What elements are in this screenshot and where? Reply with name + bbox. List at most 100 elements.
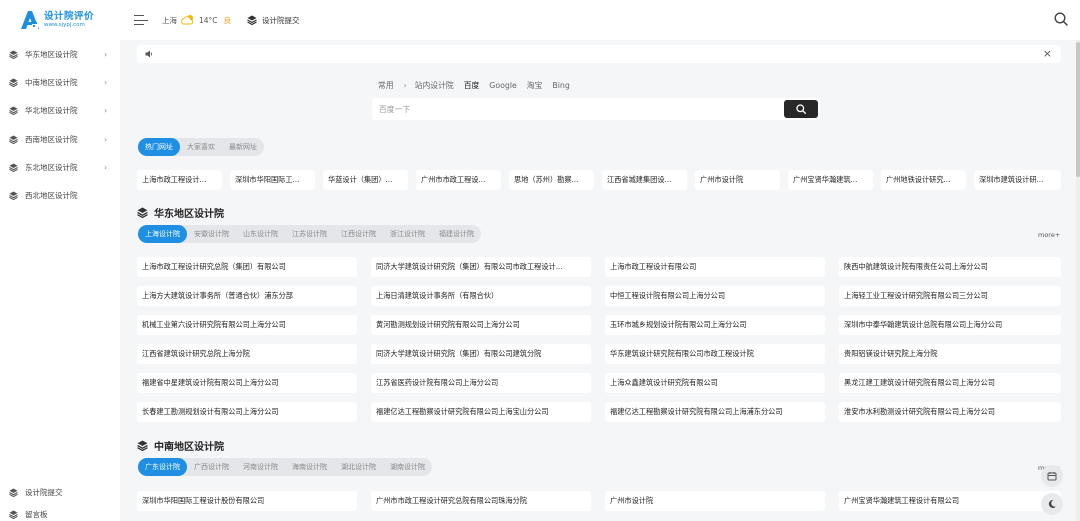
sidebar-item-east[interactable]: 华东地区设计院 › — [0, 40, 120, 68]
logo-mark-icon — [21, 11, 39, 29]
list-item[interactable]: 福建亿达工程勘察设计研究院有限公司上海宝山分公司 — [371, 402, 591, 422]
tab-jiangsu[interactable]: 江苏设计院 — [285, 225, 334, 243]
tab-anhui[interactable]: 安徽设计院 — [187, 225, 236, 243]
sidebar-item-label: 中南地区设计院 — [25, 77, 78, 87]
hot-link[interactable]: 广州市市政工程设... — [416, 170, 501, 190]
tab-shandong[interactable]: 山东设计院 — [236, 225, 285, 243]
list-item[interactable]: 同济大学建筑设计研究院（集团）有限公司市政工程设计... — [371, 257, 591, 277]
menu-toggle-icon[interactable] — [134, 15, 148, 26]
engine-tab-taobao[interactable]: 淘宝 — [527, 80, 543, 91]
list-item[interactable]: 玉环市城乡规划设计院有限公司上海分公司 — [605, 315, 825, 335]
chevron-right-icon: › — [104, 49, 108, 59]
engine-tab-google[interactable]: Google — [489, 81, 517, 90]
list-item[interactable]: 黄河勘测规划设计研究院有限公司上海分公司 — [371, 315, 591, 335]
sidebar-item-label: 华北地区设计院 — [25, 106, 78, 116]
tab-fujian[interactable]: 福建设计院 — [432, 225, 481, 243]
tab-hot[interactable]: 热门网址 — [138, 138, 180, 156]
close-icon[interactable]: × — [1043, 47, 1052, 60]
list-item[interactable]: 福建亿达工程勘察设计研究院有限公司上海浦东分公司 — [605, 402, 825, 422]
list-item[interactable]: 江苏省医药设计院有限公司上海分公司 — [371, 373, 591, 393]
list-item[interactable]: 上海众鑫建筑设计研究院有限公司 — [605, 373, 825, 393]
layers-icon — [9, 163, 18, 172]
list-item[interactable]: 江西省建筑设计研究总院上海分院 — [137, 344, 357, 364]
sidebar-item-label: 留言板 — [25, 509, 48, 519]
list-item[interactable]: 广州市设计院 — [605, 491, 825, 511]
site-logo[interactable]: 设计院评价 www.sjypj.com — [0, 9, 130, 31]
sidebar-item-guestbook[interactable]: 留言板 — [0, 503, 120, 521]
header-submit-link[interactable]: 设计院提交 — [247, 15, 300, 26]
tab-hainan[interactable]: 海南设计院 — [285, 458, 334, 476]
tab-guangdong[interactable]: 广东设计院 — [138, 458, 187, 476]
list-item[interactable]: 福建省中星建筑设计院有限公司上海分公司 — [137, 373, 357, 393]
dark-mode-button[interactable] — [1041, 493, 1063, 515]
tab-popular[interactable]: 大家喜欢 — [180, 138, 222, 156]
list-item[interactable]: 同济大学建筑设计研究院（集团）有限公司建筑分院 — [371, 344, 591, 364]
tab-henan[interactable]: 河南设计院 — [236, 458, 285, 476]
header-submit-label: 设计院提交 — [262, 15, 300, 25]
list-item[interactable]: 中恒工程设计院有限公司上海分公司 — [605, 286, 825, 306]
engine-tab-baidu[interactable]: 百度 — [464, 80, 480, 91]
sidebar-item-label: 东北地区设计院 — [25, 162, 78, 172]
tab-jiangxi[interactable]: 江西设计院 — [334, 225, 383, 243]
hot-link[interactable]: 江西省城建集团设... — [602, 170, 687, 190]
list-item[interactable]: 长春建工勘测规划设计有限公司上海分公司 — [137, 402, 357, 422]
sidebar-item-submit[interactable]: 设计院提交 — [0, 481, 120, 503]
layers-icon — [9, 50, 18, 59]
hot-link[interactable]: 广州市设计院 — [695, 170, 780, 190]
list-item[interactable]: 上海轻工业工程设计研究院有限公司三分公司 — [839, 286, 1061, 306]
hot-link[interactable]: 广州宝贤华瀚建筑... — [788, 170, 873, 190]
list-item[interactable]: 陕西中航建筑设计院有限责任公司上海分公司 — [839, 257, 1061, 277]
hot-link[interactable]: 思地（苏州）勘察... — [509, 170, 594, 190]
list-item[interactable]: 淮安市水利勘测设计研究院有限公司上海分公司 — [839, 402, 1061, 422]
hot-link[interactable]: 深圳市华阳国际工... — [230, 170, 315, 190]
hot-link[interactable]: 华蓝设计（集团）... — [323, 170, 408, 190]
calendar-button[interactable] — [1041, 465, 1063, 487]
top-header: 设计院评价 www.sjypj.com 上海 14°C 良 设计院提交 — [0, 0, 1080, 40]
layers-icon — [9, 509, 18, 519]
engine-tab-bing[interactable]: Bing — [552, 81, 569, 90]
tab-hunan[interactable]: 湖南设计院 — [383, 458, 432, 476]
chevron-right-icon: › — [104, 162, 108, 172]
list-item[interactable]: 黑龙江建工建筑设计研究院有限公司上海分公司 — [839, 373, 1061, 393]
east-tabs: 上海设计院 安徽设计院 山东设计院 江苏设计院 江西设计院 浙江设计院 福建设计… — [138, 225, 481, 243]
tab-latest[interactable]: 最新网址 — [222, 138, 264, 156]
list-item[interactable]: 贵阳铝镁设计研究院上海分院 — [839, 344, 1061, 364]
tab-shanghai[interactable]: 上海设计院 — [138, 225, 187, 243]
list-item[interactable]: 上海日清建筑设计事务所（有限合伙） — [371, 286, 591, 306]
chevron-right-icon: › — [104, 106, 108, 116]
search-input[interactable] — [372, 98, 772, 120]
list-item[interactable]: 广州宝贤华瀚建筑工程设计有限公司 — [839, 491, 1061, 511]
layers-icon — [247, 15, 257, 25]
scrollbar-thumb[interactable] — [1076, 42, 1080, 177]
list-item[interactable]: 上海方大建筑设计事务所（普通合伙）浦东分部 — [137, 286, 357, 306]
sidebar-item-northeast[interactable]: 东北地区设计院 › — [0, 153, 120, 181]
list-item[interactable]: 深圳市中泰华翰建筑设计总院有限公司上海分公司 — [839, 315, 1061, 335]
search-icon[interactable] — [1054, 12, 1068, 26]
more-link-east[interactable]: more+ — [1038, 231, 1060, 239]
hot-link[interactable]: 广州地铁设计研究... — [881, 170, 966, 190]
engine-tab-site[interactable]: 站内设计院 — [415, 80, 454, 91]
list-item[interactable]: 上海市政工程设计有限公司 — [605, 257, 825, 277]
hot-link[interactable]: 上海市政工程设计... — [137, 170, 222, 190]
search-icon — [796, 104, 806, 114]
sidebar-item-label: 设计院提交 — [25, 487, 63, 497]
list-item[interactable]: 上海市政工程设计研究总院（集团）有限公司 — [137, 257, 357, 277]
layers-icon — [137, 440, 148, 451]
list-item[interactable]: 深圳市华阳国际工程设计股份有限公司 — [137, 491, 357, 511]
tab-hubei[interactable]: 湖北设计院 — [334, 458, 383, 476]
engine-tab-common[interactable]: 常用 — [378, 80, 394, 91]
sidebar-item-label: 华东地区设计院 — [25, 49, 78, 59]
list-item[interactable]: 机械工业第六设计研究院有限公司上海分公司 — [137, 315, 357, 335]
hot-link[interactable]: 深圳市建筑设计研... — [974, 170, 1061, 190]
list-item[interactable]: 华东建筑设计研究院有限公司市政工程设计院 — [605, 344, 825, 364]
tab-guangxi[interactable]: 广西设计院 — [187, 458, 236, 476]
tab-zhejiang[interactable]: 浙江设计院 — [383, 225, 432, 243]
sidebar-item-central[interactable]: 中南地区设计院 › — [0, 68, 120, 96]
search-button[interactable] — [784, 100, 818, 118]
list-item[interactable]: 广州市市政工程设计研究总院有限公司珠海分院 — [371, 491, 591, 511]
weather-widget[interactable]: 上海 14°C 良 — [162, 14, 231, 26]
sidebar-item-southwest[interactable]: 西南地区设计院 › — [0, 125, 120, 153]
sidebar-item-northwest[interactable]: 西北地区设计院 — [0, 181, 120, 209]
search-box — [372, 98, 820, 120]
sidebar-item-north[interactable]: 华北地区设计院 › — [0, 97, 120, 125]
